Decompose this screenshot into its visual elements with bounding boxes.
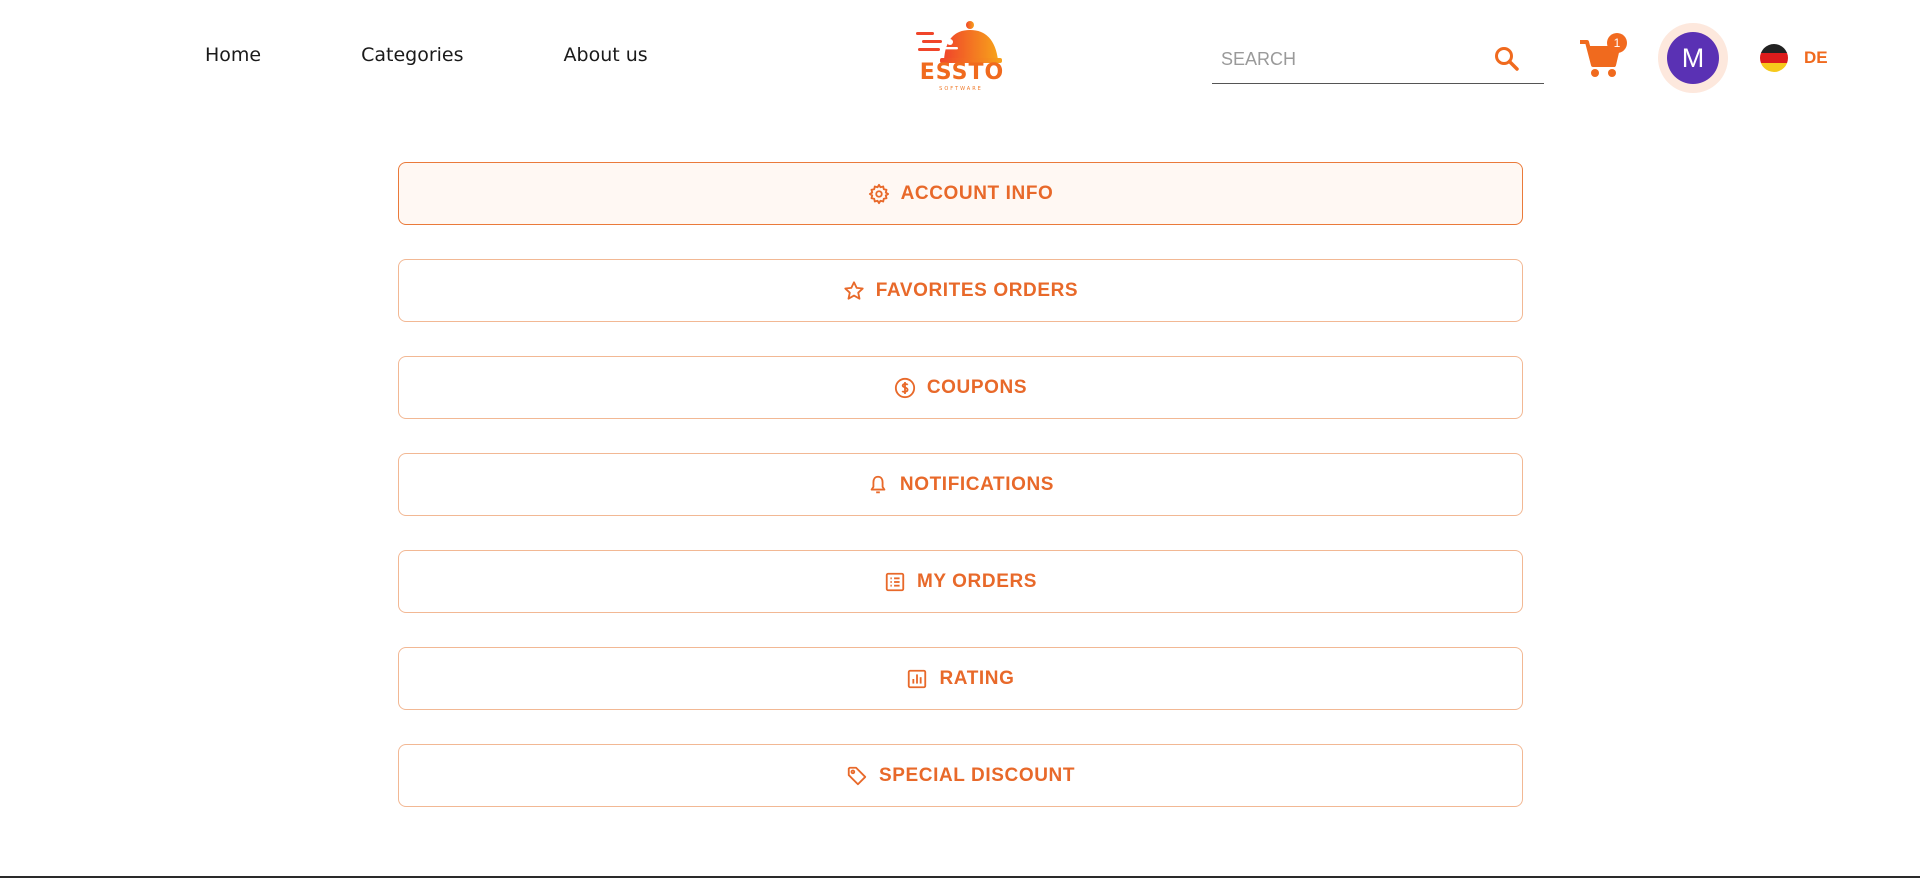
germany-flag-icon — [1760, 44, 1788, 72]
gear-icon — [868, 183, 890, 205]
language-switcher[interactable]: DE — [1760, 44, 1828, 72]
brand-logo[interactable]: ESSTO SOFTWARE — [914, 18, 1008, 94]
account-info-button[interactable]: ACCOUNT INFO — [398, 162, 1523, 225]
logo-subtext: SOFTWARE — [939, 86, 983, 92]
search-button[interactable] — [1492, 44, 1522, 74]
menu-label: MY ORDERS — [916, 570, 1038, 592]
bar-chart-icon — [906, 668, 928, 690]
dollar-coin-icon — [894, 377, 916, 399]
logo-text: ESSTO — [919, 60, 1005, 85]
main-nav: Home Categories About us — [205, 44, 748, 66]
avatar: M — [1667, 32, 1719, 84]
favorites-orders-button[interactable]: FAVORITES ORDERS — [398, 259, 1523, 322]
coupons-button[interactable]: COUPONS — [398, 356, 1523, 419]
menu-label: NOTIFICATIONS — [899, 473, 1055, 495]
notifications-button[interactable]: NOTIFICATIONS — [398, 453, 1523, 516]
search-input[interactable] — [1221, 46, 1481, 72]
menu-label: ACCOUNT INFO — [900, 182, 1054, 204]
cart-count-badge: 1 — [1607, 33, 1627, 53]
menu-label: SPECIAL DISCOUNT — [878, 764, 1076, 786]
rating-button[interactable]: RATING — [398, 647, 1523, 710]
star-icon — [843, 280, 865, 302]
my-orders-button[interactable]: MY ORDERS — [398, 550, 1523, 613]
nav-home-link[interactable]: Home — [205, 44, 261, 66]
tag-icon — [846, 765, 868, 787]
nav-categories-link[interactable]: Categories — [361, 44, 463, 66]
search-icon — [1495, 47, 1519, 71]
language-code: DE — [1804, 48, 1828, 67]
top-header: Home Categories About us ESSTO SOFTWARE — [0, 0, 1920, 116]
user-avatar-button[interactable]: M — [1658, 23, 1728, 93]
bell-icon — [867, 474, 889, 496]
menu-label: RATING — [939, 667, 1015, 689]
menu-label: FAVORITES ORDERS — [875, 279, 1079, 301]
account-menu: ACCOUNT INFO FAVORITES ORDERS COUPONS NO… — [398, 162, 1523, 841]
nav-about-link[interactable]: About us — [564, 44, 648, 66]
special-discount-button[interactable]: SPECIAL DISCOUNT — [398, 744, 1523, 807]
menu-label: COUPONS — [926, 376, 1028, 398]
list-icon — [884, 571, 906, 593]
